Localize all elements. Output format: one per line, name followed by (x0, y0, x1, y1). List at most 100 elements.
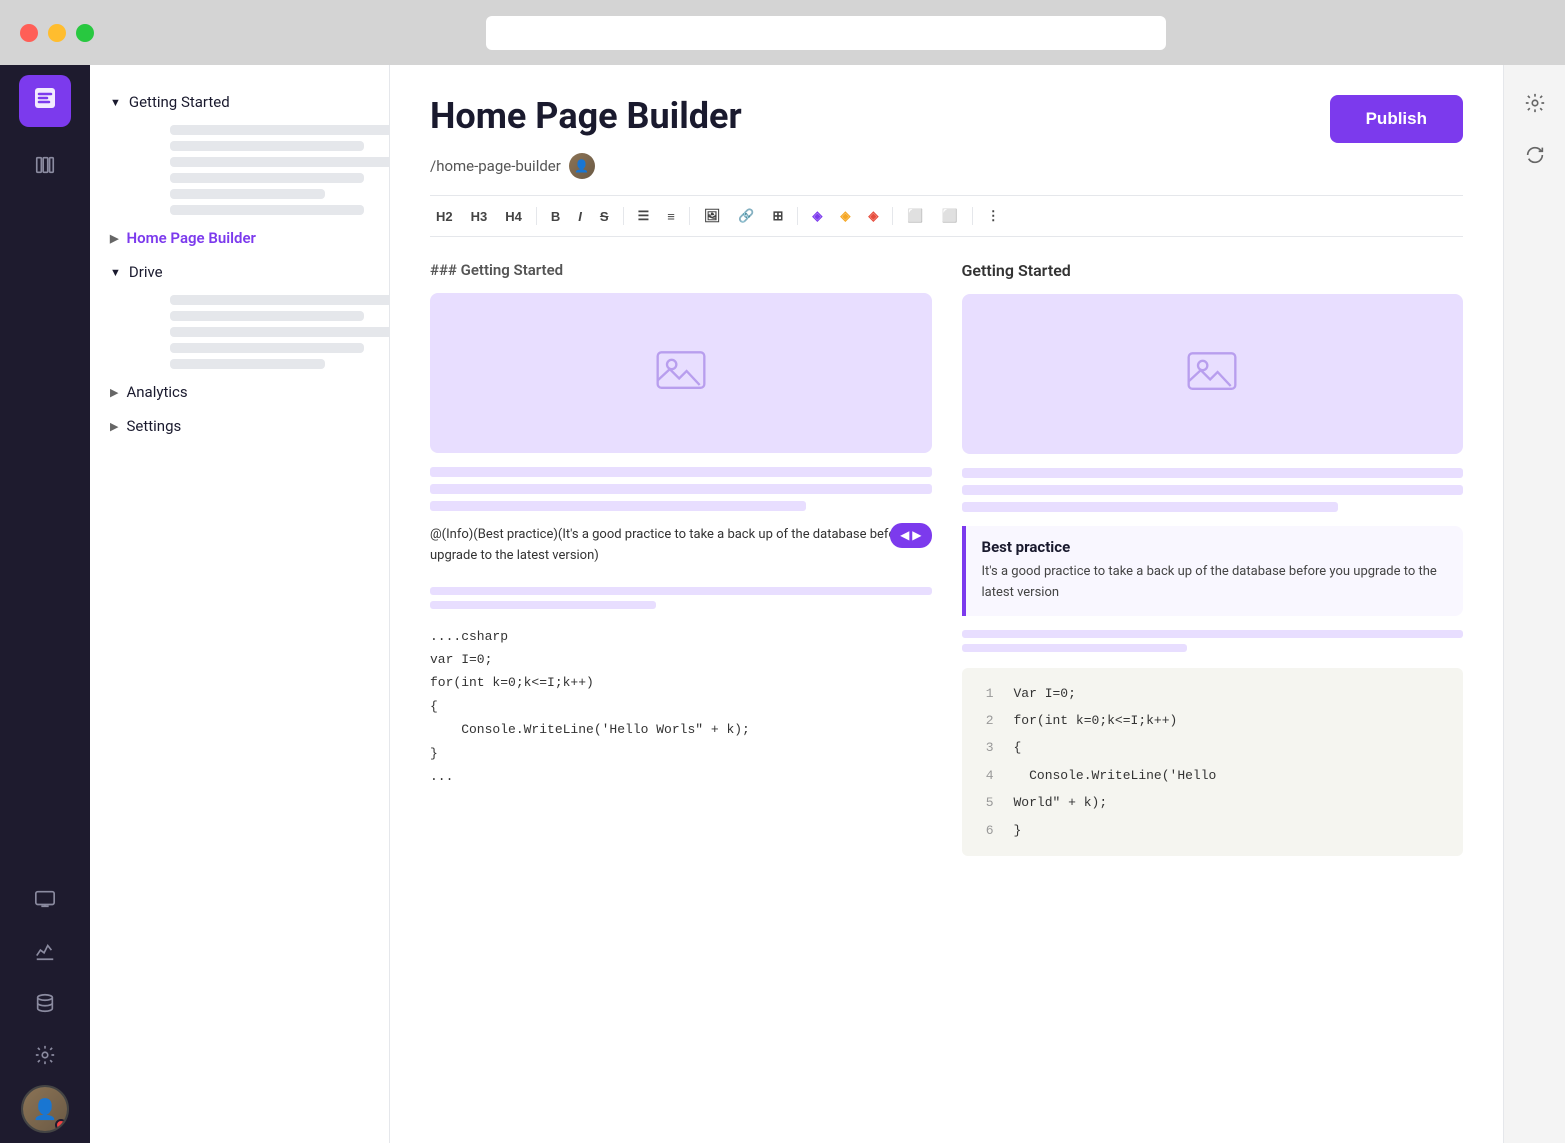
code-preview: 1 Var I=0; 2 for(int k=0;k<=I;k++) 3 { 4… (962, 668, 1464, 856)
nav-placeholder (170, 125, 390, 135)
toolbar-ordered-list[interactable]: ≡ (661, 205, 681, 228)
line-code: for(int k=0;k<=I;k++) (1014, 709, 1178, 732)
callout-source: @(Info)(Best practice)(It's a good pract… (430, 525, 932, 567)
nav-placeholder (170, 359, 325, 369)
code-source: ....csharp var I=0; for(int k=0;k<=I;k++… (430, 615, 932, 799)
toolbar-bold[interactable]: B (545, 205, 566, 228)
settings-panel-icon[interactable] (1517, 85, 1553, 121)
callout-preview-text: It's a good practice to take a back up o… (982, 562, 1448, 604)
line-code: Var I=0; (1014, 682, 1076, 705)
right-panel (1503, 65, 1565, 1143)
toolbar-block2[interactable]: ⬜ (936, 204, 964, 228)
logo-icon (31, 84, 59, 118)
app-shell: 👤 ▼ Getting Started ▶ Home Page Builder … (0, 65, 1565, 1143)
text-placeholder (430, 467, 932, 477)
toolbar-divider (797, 207, 798, 225)
nav-placeholder (170, 327, 390, 337)
preview-image-placeholder (962, 294, 1464, 454)
line-number: 4 (978, 764, 994, 787)
page-title: Home Page Builder (430, 95, 742, 137)
text-placeholder (430, 484, 932, 494)
main-content: Home Page Builder Publish /home-page-bui… (390, 65, 1503, 1143)
nav-label-analytics: Analytics (126, 383, 187, 401)
editor-area: ### Getting Started @(Info)(Best practic (430, 261, 1463, 856)
code-lang: ....csharp (430, 625, 932, 648)
toolbar-italic[interactable]: I (572, 205, 588, 228)
line-code: Console.WriteLine('Hello (1014, 764, 1217, 787)
toolbar-unordered-list[interactable]: ☰ (632, 204, 656, 228)
code-preview-line: 6 } (962, 817, 1464, 844)
nav-arrow-analytics: ▶ (110, 386, 118, 399)
nav-item-settings[interactable]: ▶ Settings (90, 409, 389, 443)
code-line-4: Console.WriteLine('Hello Worls" + k); (430, 718, 932, 741)
callout-toggle-btn[interactable]: ◀ ▶ (890, 523, 931, 548)
code-line-2: for(int k=0;k<=I;k++) (430, 671, 932, 694)
toolbar-link[interactable]: 🔗 (732, 204, 760, 228)
close-button[interactable] (20, 24, 38, 42)
nav-item-home-page-builder[interactable]: ▶ Home Page Builder (90, 221, 389, 255)
publish-button[interactable]: Publish (1330, 95, 1463, 143)
page-slug: /home-page-builder 👤 (430, 153, 1463, 179)
toolbar-h4[interactable]: H4 (499, 205, 528, 228)
nav-placeholder (170, 157, 390, 167)
line-number: 5 (978, 791, 994, 814)
notification-badge (55, 1119, 67, 1131)
minimize-button[interactable] (48, 24, 66, 42)
toolbar-h3[interactable]: H3 (465, 205, 494, 228)
nav-label-drive: Drive (129, 263, 163, 281)
url-bar[interactable] (486, 16, 1166, 50)
thin-divider (962, 644, 1188, 652)
line-number: 2 (978, 709, 994, 732)
slug-text: /home-page-builder (430, 157, 561, 175)
source-heading: ### Getting Started (430, 261, 932, 279)
user-avatar[interactable]: 👤 (21, 1085, 69, 1133)
nav-label-getting-started: Getting Started (129, 93, 230, 111)
library-icon-btn[interactable] (23, 143, 67, 187)
callout-preview-title: Best practice (982, 538, 1448, 556)
nav-arrow-home-page-builder: ▶ (110, 232, 118, 245)
settings-icon-btn[interactable] (23, 1033, 67, 1077)
code-line-3: { (430, 695, 932, 718)
nav-placeholder (170, 173, 364, 183)
chart-icon-btn[interactable] (23, 929, 67, 973)
nav-placeholder (170, 311, 364, 321)
toolbar-divider (892, 207, 893, 225)
content-header: Home Page Builder Publish (430, 95, 1463, 143)
editor-source-col: ### Getting Started @(Info)(Best practic (430, 261, 932, 856)
fullscreen-button[interactable] (76, 24, 94, 42)
preview-heading: Getting Started (962, 261, 1464, 280)
code-preview-line: 3 { (962, 734, 1464, 761)
text-placeholder (962, 485, 1464, 495)
toolbar-more[interactable]: ⋮ (981, 204, 1006, 228)
thin-divider (430, 601, 656, 609)
text-placeholder (430, 501, 806, 511)
nav-placeholder (170, 205, 364, 215)
nav-placeholder (170, 189, 325, 199)
nav-item-drive[interactable]: ▼ Drive (90, 255, 389, 289)
monitor-icon-btn[interactable] (23, 877, 67, 921)
code-preview-line: 2 for(int k=0;k<=I;k++) (962, 707, 1464, 734)
refresh-panel-icon[interactable] (1517, 137, 1553, 173)
toolbar-color3[interactable]: ◈ (862, 204, 884, 228)
toolbar-divider (972, 207, 973, 225)
nav-item-getting-started[interactable]: ▼ Getting Started (90, 85, 389, 119)
database-icon-btn[interactable] (23, 981, 67, 1025)
toolbar-strikethrough[interactable]: S (594, 205, 615, 228)
nav-arrow-drive: ▼ (110, 266, 121, 279)
toolbar-block1[interactable]: ⬜ (901, 204, 929, 228)
toolbar-image[interactable]: 🖼 (698, 204, 727, 228)
nav-label-home-page-builder: Home Page Builder (126, 229, 255, 247)
toolbar-color1[interactable]: ◈ (806, 204, 828, 228)
toolbar-color2[interactable]: ◈ (834, 204, 856, 228)
toolbar-table[interactable]: ⊞ (767, 204, 790, 228)
text-placeholder (962, 468, 1464, 478)
toolbar-h2[interactable]: H2 (430, 205, 459, 228)
thin-divider (962, 630, 1464, 638)
line-code: World" + k); (1014, 791, 1108, 814)
title-bar (0, 0, 1565, 65)
logo-button[interactable] (19, 75, 71, 127)
source-image-placeholder (430, 293, 932, 453)
code-line-6: ... (430, 765, 932, 788)
nav-item-analytics[interactable]: ▶ Analytics (90, 375, 389, 409)
code-line-1: var I=0; (430, 648, 932, 671)
